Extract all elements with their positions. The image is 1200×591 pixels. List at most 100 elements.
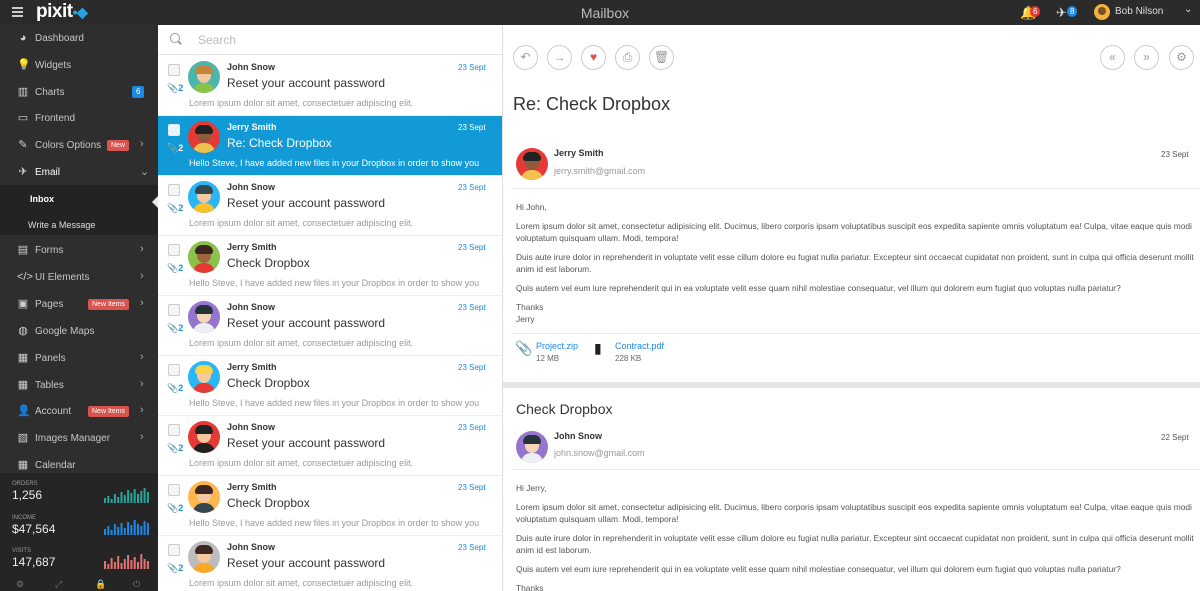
delete-button[interactable]: 🗑: [649, 45, 674, 70]
sidebar-item-pages[interactable]: ▣ Pages New Items ›: [0, 292, 158, 318]
sidebar-item-label: UI Elements: [35, 272, 90, 283]
mail-date: 23 Sept: [458, 543, 486, 552]
forward-button[interactable]: →: [547, 45, 572, 70]
sidebar-item-account[interactable]: 👤 Account New Items ›: [0, 399, 158, 425]
mail-checkbox[interactable]: [168, 64, 180, 76]
mail-sender: Jerry Smith: [227, 362, 277, 372]
sparkline-bar: [127, 555, 130, 569]
mail-checkbox[interactable]: [168, 124, 180, 136]
new-items-badge: New Items: [88, 406, 130, 417]
sparkline-bar: [146, 561, 149, 569]
sparkline-bar: [137, 494, 139, 503]
mail-preview: Hello Steve, I have added new files in y…: [189, 398, 480, 408]
sidebar-item-email[interactable]: ✈ Email ⌄: [0, 160, 158, 186]
mail-list-item[interactable]: 📎2 John Snow 23 Sept Reset your account pas…: [158, 296, 502, 356]
sidebar-item-images-manager[interactable]: ▧ Images Manager ›: [0, 426, 158, 452]
previous-button[interactable]: «: [1100, 45, 1125, 70]
search-icon[interactable]: [170, 33, 180, 43]
mail-date: 23 Sept: [458, 483, 486, 492]
mail-list-item[interactable]: 📎2 John Snow 23 Sept Reset your account pas…: [158, 176, 502, 236]
sidebar-item-ui-elements[interactable]: </> UI Elements ›: [0, 265, 158, 291]
chevron-right-icon: ›: [140, 431, 144, 443]
sidebar-item-charts[interactable]: ▥ Charts 6: [0, 80, 158, 106]
search-input[interactable]: [198, 31, 488, 49]
paperclip-icon: 📎: [515, 340, 533, 356]
mail-list-item[interactable]: 📎2 Jerry Smith 23 Sept Check Dropbox Hello S…: [158, 356, 502, 416]
mail-sender: Jerry Smith: [227, 122, 277, 132]
message-sender-email[interactable]: john.snow@gmail.com: [554, 448, 645, 458]
paragraph: Quis autem vel eum iure reprehenderit qu…: [516, 563, 1121, 574]
orders-sparkline: [104, 488, 149, 503]
submenu-item-write-message[interactable]: Write a Message: [28, 220, 95, 230]
user-name[interactable]: Bob Nilson: [1115, 6, 1163, 17]
avatar: [188, 481, 220, 513]
sparkline-bar: [117, 497, 120, 503]
message-sender-email[interactable]: jerry.smith@gmail.com: [554, 166, 645, 176]
paper-plane-icon: ✈: [18, 166, 28, 178]
favorite-button[interactable]: ♥: [581, 45, 606, 70]
next-button[interactable]: »: [1134, 45, 1159, 70]
settings-button[interactable]: ⚙: [1169, 45, 1194, 70]
sidebar-item-forms[interactable]: ▤ Forms ›: [0, 238, 158, 264]
mail-checkbox[interactable]: [168, 364, 180, 376]
sidebar-item-label: Widgets: [35, 60, 72, 71]
mail-checkbox[interactable]: [168, 244, 180, 256]
avatar: [188, 61, 220, 93]
lock-icon[interactable]: 🔒: [95, 579, 106, 590]
mail-list-item[interactable]: 📎2 Jerry Smith 23 Sept Check Dropbox Hello S…: [158, 236, 502, 296]
sidebar-item-widgets[interactable]: 💡 Widgets: [0, 53, 158, 79]
mail-sender: John Snow: [227, 542, 275, 552]
message-separator: [503, 382, 1200, 388]
paper-plane-icon[interactable]: ✈: [1056, 5, 1067, 21]
sparkline-bar: [130, 493, 133, 503]
mail-date: 23 Sept: [458, 363, 486, 372]
sparkline-bar: [130, 560, 133, 569]
sparkline-bar: [104, 529, 106, 535]
sparkline-bar: [113, 562, 116, 569]
attachment-name[interactable]: Contract.pdf: [615, 341, 664, 351]
submenu-item-inbox[interactable]: Inbox: [30, 194, 54, 204]
sidebar-stats: Orders 1,256 Income $47,564 Visits 147,6…: [0, 473, 158, 591]
chevron-down-icon[interactable]: ⌄: [1184, 4, 1192, 15]
expand-icon[interactable]: ⤢: [55, 579, 62, 590]
mail-preview: Lorem ipsum dolor sit amet, consectetuer…: [189, 458, 414, 468]
mail-list-item[interactable]: 📎2 John Snow 23 Sept Reset your account pas…: [158, 416, 502, 476]
reply-button[interactable]: ↶: [513, 45, 538, 70]
sidebar-item-colors-options[interactable]: ✎ Colors Options New ›: [0, 133, 158, 159]
avatar: [516, 431, 548, 463]
mail-list-item[interactable]: 📎2 John Snow 23 Sept Reset your account pas…: [158, 536, 502, 591]
user-avatar[interactable]: [1094, 4, 1110, 20]
sparkline-bar: [137, 524, 139, 535]
mail-list-item[interactable]: 📎2 Jerry Smith 23 Sept Check Dropbox Hello S…: [158, 476, 502, 536]
mail-checkbox[interactable]: [168, 484, 180, 496]
message-sender: Jerry Smith: [554, 148, 604, 158]
mail-subject: Reset your account password: [227, 556, 386, 570]
sidebar-item-google-maps[interactable]: ◍ Google Maps: [0, 319, 158, 345]
sidebar-item-tables[interactable]: ▦ Tables ›: [0, 373, 158, 399]
gear-icon[interactable]: ⚙: [16, 579, 24, 590]
sidebar-item-dashboard[interactable]: ◕ Dashboard: [0, 26, 158, 52]
mail-checkbox[interactable]: [168, 184, 180, 196]
sidebar-item-frontend[interactable]: ▭ Frontend: [0, 106, 158, 132]
attachment-name[interactable]: Project.zip: [536, 341, 578, 351]
mail-subject: Reset your account password: [227, 436, 386, 450]
mail-checkbox[interactable]: [168, 424, 180, 436]
attachment-count: 📎2: [167, 503, 184, 513]
sparkline-bar: [107, 496, 110, 503]
form-icon: ▤: [17, 244, 29, 256]
mail-checkbox[interactable]: [168, 304, 180, 316]
sidebar-item-panels[interactable]: ▦ Panels ›: [0, 346, 158, 372]
reading-pane: ↶ → ♥ ⎙ 🗑 « » ⚙ Re: Check Dropbox Jerry …: [503, 25, 1200, 591]
power-icon[interactable]: ⏻: [133, 579, 140, 590]
paragraph: Duis aute irure dolor in reprehenderit i…: [516, 532, 1194, 556]
mail-list-item[interactable]: 📎2 John Snow 23 Sept Reset your account pas…: [158, 56, 502, 116]
print-button[interactable]: ⎙: [615, 45, 640, 70]
avatar: [188, 361, 220, 393]
sparkline-bar: [133, 489, 136, 503]
mail-checkbox[interactable]: [168, 544, 180, 556]
sparkline-bar: [113, 494, 116, 503]
mail-list-item[interactable]: 📎2 Jerry Smith 23 Sept Re: Check Dropbox Hel…: [158, 116, 502, 176]
avatar: [516, 148, 548, 180]
message-body: Hi Jerry, Lorem ipsum dolor sit amet, co…: [516, 482, 1198, 591]
avatar: [188, 181, 220, 213]
